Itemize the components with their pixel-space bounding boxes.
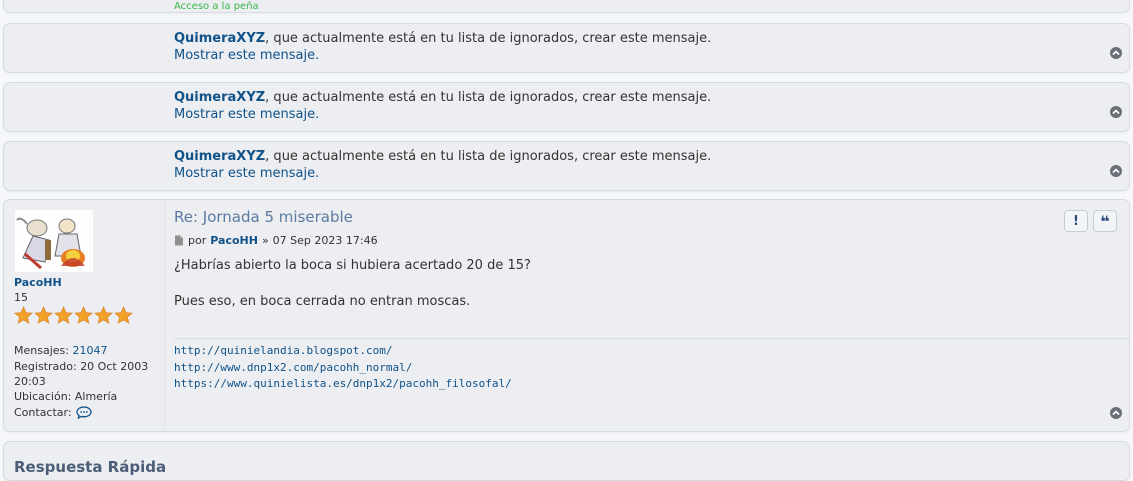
signature: http://quinielandia.blogspot.com/ http:/… — [174, 343, 512, 393]
avatar-image — [15, 210, 93, 272]
by-label: por — [188, 234, 207, 247]
report-button[interactable]: ! — [1064, 210, 1088, 232]
registered-time: 20:03 — [14, 375, 46, 388]
back-to-top-button[interactable] — [1110, 106, 1122, 118]
avatar[interactable] — [15, 210, 93, 272]
post-link-icon[interactable] — [174, 235, 184, 246]
post-date: 07 Sep 2023 17:46 — [272, 234, 378, 247]
show-message-link[interactable]: Mostrar este mensaje. — [174, 48, 319, 63]
profile-username[interactable]: PacoHH — [14, 276, 62, 289]
report-icon: ! — [1073, 213, 1079, 229]
chevron-up-icon — [1112, 109, 1120, 115]
post: PacoHH 15 Mensajes: 21047 Registrado: 20… — [3, 199, 1130, 432]
ignored-username[interactable]: QuimeraXYZ — [174, 31, 265, 46]
registered-date: 20 Oct 2003 — [80, 360, 149, 373]
quick-reply-title: Respuesta Rápida — [14, 458, 167, 476]
contact-label: Contactar: — [14, 406, 72, 419]
back-to-top-button[interactable] — [1110, 47, 1122, 59]
show-message-link[interactable]: Mostrar este mensaje. — [174, 166, 319, 181]
quote-icon: ❝ — [1100, 211, 1110, 231]
location-value: Almería — [74, 390, 118, 403]
signature-divider — [174, 338, 1129, 339]
star-icon — [34, 306, 53, 324]
registered-label: Registrado: — [14, 360, 77, 373]
post-meta: por PacoHH » 07 Sep 2023 17:46 — [174, 234, 378, 247]
chevron-up-icon — [1112, 410, 1120, 416]
post-text-line: Pues eso, en boca cerrada no entran mosc… — [174, 294, 471, 309]
profile-registered: Registrado: 20 Oct 2003 20:03 — [14, 359, 148, 389]
post-profile: PacoHH 15 Mensajes: 21047 Registrado: 20… — [4, 200, 165, 431]
post-author-link[interactable]: PacoHH — [210, 234, 258, 247]
previous-post-panel: Acceso a la peña — [3, 0, 1130, 13]
ignored-notice: QuimeraXYZ, que actualmente está en tu l… — [174, 89, 711, 123]
post-title-link[interactable]: Re: Jornada 5 miserable — [174, 208, 353, 226]
post-text-line: ¿Habrías abierto la boca si hubiera acer… — [174, 258, 531, 273]
chat-bubble-icon[interactable] — [75, 406, 92, 419]
star-icon — [94, 306, 113, 324]
ignored-message: , que actualmente está en tu lista de ig… — [265, 31, 712, 46]
meta-separator: » — [261, 234, 269, 247]
ignored-post: QuimeraXYZ, que actualmente está en tu l… — [3, 23, 1130, 73]
ignored-notice: QuimeraXYZ, que actualmente está en tu l… — [174, 30, 711, 64]
location-label: Ubicación: — [14, 390, 72, 403]
signature-link[interactable]: http://www.dnp1x2.com/pacohh_normal/ — [174, 360, 512, 377]
posts-count-link[interactable]: 21047 — [72, 344, 107, 357]
rank-stars — [14, 306, 133, 325]
profile-location: Ubicación: Almería — [14, 389, 117, 404]
chevron-up-icon — [1112, 50, 1120, 56]
show-message-link[interactable]: Mostrar este mensaje. — [174, 107, 319, 122]
star-icon — [54, 306, 73, 324]
ignored-post: QuimeraXYZ, que actualmente está en tu l… — [3, 82, 1130, 132]
signature-link[interactable]: http://quinielandia.blogspot.com/ — [174, 343, 512, 360]
ignored-message: , que actualmente está en tu lista de ig… — [265, 90, 712, 105]
quote-button[interactable]: ❝ — [1093, 210, 1117, 232]
signature-link[interactable]: https://www.quinielista.es/dnp1x2/pacohh… — [174, 376, 512, 393]
post-content: ¿Habrías abierto la boca si hubiera acer… — [174, 257, 531, 311]
profile-contact: Contactar: — [14, 405, 92, 420]
ignored-notice: QuimeraXYZ, que actualmente está en tu l… — [174, 148, 711, 182]
profile-rank: 15 — [14, 291, 28, 304]
profile-posts: Mensajes: 21047 — [14, 343, 107, 358]
partial-rank-text: Acceso a la peña — [174, 1, 259, 12]
ignored-username[interactable]: QuimeraXYZ — [174, 149, 265, 164]
star-icon — [14, 306, 33, 324]
chevron-up-icon — [1112, 168, 1120, 174]
quick-reply-panel: Respuesta Rápida — [3, 441, 1130, 481]
ignored-post: QuimeraXYZ, que actualmente está en tu l… — [3, 141, 1130, 191]
star-icon — [74, 306, 93, 324]
posts-label: Mensajes: — [14, 344, 69, 357]
star-icon — [114, 306, 133, 324]
back-to-top-button[interactable] — [1110, 165, 1122, 177]
ignored-username[interactable]: QuimeraXYZ — [174, 90, 265, 105]
ignored-message: , que actualmente está en tu lista de ig… — [265, 149, 712, 164]
back-to-top-button[interactable] — [1110, 407, 1122, 419]
